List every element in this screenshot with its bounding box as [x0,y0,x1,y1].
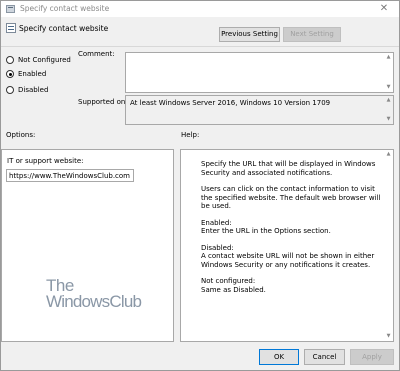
comment-label: Comment: [78,50,115,58]
radio-button[interactable] [6,86,14,94]
website-value: https://www.TheWindowsClub.com [9,172,131,180]
scroll-down-icon[interactable]: ▼ [385,84,392,91]
help-paragraph: Enter the URL in the Options section. [201,227,331,235]
radio-enabled[interactable]: Enabled [6,69,46,79]
separator [1,46,399,47]
radio-label: Not Configured [18,56,71,64]
scroll-down-icon[interactable]: ▼ [385,333,392,340]
radio-button[interactable] [6,56,14,64]
options-panel: IT or support website: https://www.TheWi… [1,149,174,342]
radio-not-configured[interactable]: Not Configured [6,55,71,65]
scroll-up-icon[interactable]: ▲ [385,151,392,158]
radio-button[interactable] [6,70,14,78]
policy-icon [6,23,16,33]
apply-button[interactable]: Apply [350,349,394,365]
help-heading: Not configured: [201,277,256,285]
supported-on-value: At least Windows Server 2016, Windows 10… [130,99,331,107]
window-title: Specify contact website [20,4,110,13]
previous-setting-button[interactable]: Previous Setting [219,27,280,42]
watermark-logo: The WindowsClub [46,277,142,311]
help-paragraph: Same as Disabled. [201,285,266,294]
help-paragraph: A contact website URL will not be shown … [201,252,375,269]
website-label: IT or support website: [7,157,84,165]
help-title: Help: [181,131,200,139]
scroll-up-icon[interactable]: ▲ [385,97,392,104]
scroll-up-icon[interactable]: ▲ [385,54,392,61]
help-paragraph: Users can click on the contact informati… [201,185,381,210]
next-setting-button[interactable]: Next Setting [283,27,341,42]
cancel-button[interactable]: Cancel [304,349,345,365]
title-bar[interactable]: Specify contact website ✕ [1,1,399,17]
help-heading: Disabled: [201,243,234,252]
setting-name: Specify contact website [19,24,109,33]
radio-disabled[interactable]: Disabled [6,85,48,95]
help-paragraph: Specify the URL that will be displayed i… [201,160,376,177]
help-panel: Specify the URL that will be displayed i… [180,149,394,342]
supported-on-field: At least Windows Server 2016, Windows 10… [125,95,394,125]
scroll-down-icon[interactable]: ▼ [385,116,392,123]
close-icon[interactable]: ✕ [377,2,391,16]
comment-field[interactable]: ▲ ▼ [125,52,394,93]
supported-on-label: Supported on: [78,98,128,106]
logo-line-2: WindowsClub [46,292,142,311]
options-title: Options: [6,131,36,139]
website-input[interactable]: https://www.TheWindowsClub.com [6,169,134,182]
radio-label: Disabled [18,86,49,94]
radio-label: Enabled [18,70,47,78]
help-heading: Enabled: [201,218,232,227]
ok-button[interactable]: OK [259,349,299,365]
policy-icon [6,5,15,13]
